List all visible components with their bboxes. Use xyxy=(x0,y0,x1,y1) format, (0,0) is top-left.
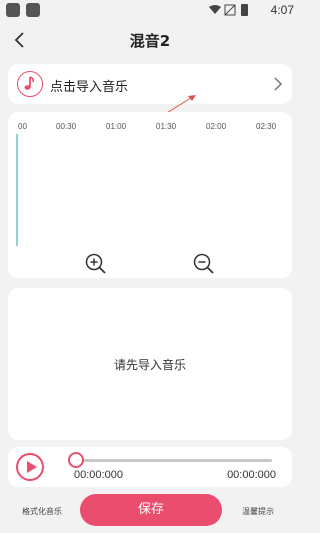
clock: 4:07 xyxy=(270,3,294,17)
timeline-tick: 01:00 xyxy=(106,122,127,131)
progress-track[interactable] xyxy=(76,459,272,462)
play-button[interactable] xyxy=(16,453,44,481)
player-bar: 00:00:000 00:00:000 xyxy=(8,447,292,487)
tips-button[interactable]: 温馨提示 xyxy=(242,506,274,517)
notification-icon xyxy=(26,3,40,17)
empty-state-text: 请先导入音乐 xyxy=(113,358,186,372)
timeline-tick: 01:30 xyxy=(156,122,177,131)
format-music-button[interactable]: 格式化音乐 xyxy=(22,506,62,517)
battery-icon xyxy=(241,4,248,16)
timeline-panel[interactable]: 00 00:30 01:00 01:30 02:00 02:30 xyxy=(8,112,292,278)
import-music-label: 点击导入音乐 xyxy=(50,80,129,95)
music-note-icon xyxy=(17,71,43,97)
timeline-tick: 00:30 xyxy=(56,122,77,131)
playhead[interactable] xyxy=(16,134,18,246)
wifi-icon xyxy=(209,5,221,14)
music-list-panel: 请先导入音乐 xyxy=(8,288,292,440)
timeline-tick: 02:30 xyxy=(256,122,277,131)
zoom-in-icon[interactable] xyxy=(84,252,108,276)
zoom-out-icon[interactable] xyxy=(192,252,216,276)
page-title: 混音2 xyxy=(129,32,171,50)
save-button[interactable]: 保存 xyxy=(80,494,222,526)
timeline-tick: 00 xyxy=(18,122,27,131)
status-bar: 4:07 xyxy=(0,0,300,22)
status-icons xyxy=(209,4,248,16)
play-icon xyxy=(27,461,37,473)
progress-knob[interactable] xyxy=(68,452,84,468)
bottom-bar: 格式化音乐 保存 温馨提示 xyxy=(0,490,300,533)
total-time: 00:00:000 xyxy=(227,469,276,481)
header: 混音2 xyxy=(0,24,300,58)
current-time: 00:00:000 xyxy=(74,469,123,481)
chevron-right-icon xyxy=(274,77,283,91)
timeline-tick: 02:00 xyxy=(206,122,227,131)
notification-icon xyxy=(6,3,20,17)
